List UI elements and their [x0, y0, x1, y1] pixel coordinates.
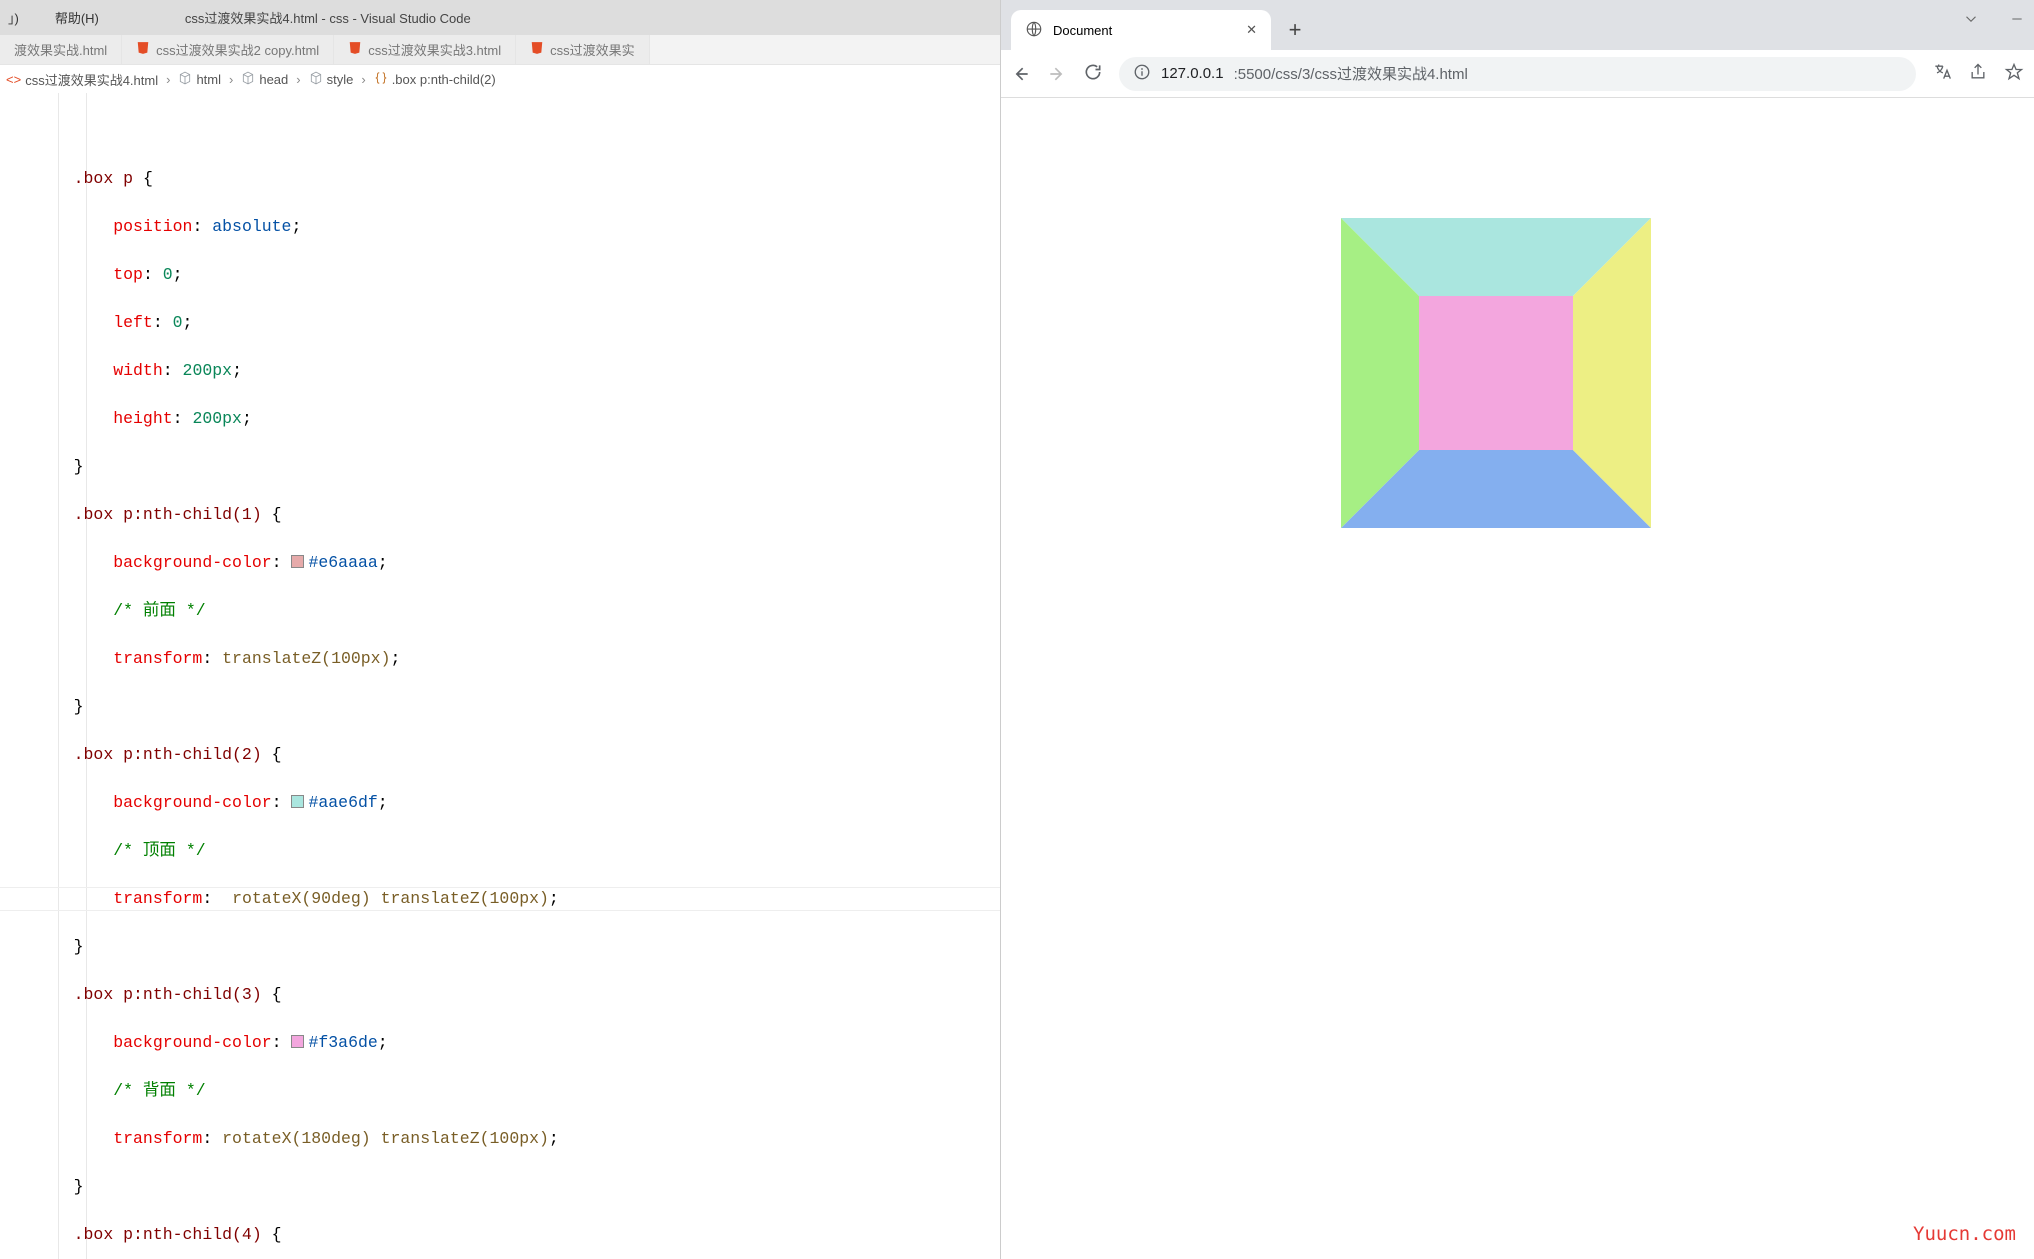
globe-icon	[1025, 20, 1043, 41]
crumb-file[interactable]: <> css过渡效果实战4.html	[6, 70, 158, 89]
cube-icon	[178, 71, 192, 88]
close-icon[interactable]: ✕	[1246, 22, 1257, 38]
html-file-icon	[530, 41, 544, 58]
site-info-icon[interactable]	[1133, 63, 1151, 85]
crumb-label: head	[259, 72, 288, 87]
color-swatch-icon	[291, 1035, 304, 1048]
brace-icon	[374, 71, 388, 88]
html-file-icon	[348, 41, 362, 58]
crumb-head[interactable]: head	[241, 71, 288, 88]
face-left	[1341, 218, 1419, 528]
url-host: 127.0.0.1	[1161, 65, 1224, 82]
tab-file-2[interactable]: css过渡效果实战2 copy.html	[122, 35, 334, 64]
window-dropdown-icon[interactable]	[1962, 10, 1980, 31]
color-swatch-icon	[291, 555, 304, 568]
toolbar-actions	[1932, 62, 2024, 85]
editor-tabs: 渡效果实战.html css过渡效果实战2 copy.html css过渡效果实…	[0, 35, 1000, 65]
menu-help[interactable]: 帮助(H)	[49, 8, 105, 27]
vscode-window: 」) 帮助(H) css过渡效果实战4.html - css - Visual …	[0, 0, 1000, 1259]
cube-3d	[1341, 218, 1651, 528]
menu-partial-right[interactable]: 」)	[8, 8, 19, 27]
tab-file-3[interactable]: css过渡效果实战3.html	[334, 35, 516, 64]
crumb-label: style	[327, 72, 354, 87]
tab-label: css过渡效果实	[550, 40, 635, 59]
chevron-right-icon: ›	[361, 72, 365, 87]
page-content: Yuucn.com	[1001, 98, 2034, 1259]
breadcrumbs[interactable]: <> css过渡效果实战4.html › html › head › style…	[0, 65, 1000, 93]
tab-label: css过渡效果实战2 copy.html	[156, 40, 319, 59]
crumb-style[interactable]: style	[309, 71, 354, 88]
star-icon[interactable]	[2004, 62, 2024, 85]
face-back	[1419, 296, 1573, 450]
translate-icon[interactable]	[1932, 62, 1952, 85]
watermark: Yuucn.com	[1913, 1223, 2016, 1245]
color-swatch-icon	[291, 795, 304, 808]
crumb-label: .box p:nth-child(2)	[392, 72, 496, 87]
cube-icon	[309, 71, 323, 88]
forward-button[interactable]	[1047, 64, 1067, 84]
tab-title: Document	[1053, 23, 1112, 38]
tab-file-1[interactable]: 渡效果实战.html	[0, 35, 122, 64]
chevron-right-icon: ›	[296, 72, 300, 87]
address-bar[interactable]: 127.0.0.1 :5500/css/3/css过渡效果实战4.html	[1119, 57, 1916, 91]
window-minimize-icon[interactable]	[2010, 12, 2024, 29]
vscode-titlebar: 」) 帮助(H) css过渡效果实战4.html - css - Visual …	[0, 0, 1000, 35]
back-button[interactable]	[1011, 64, 1031, 84]
chrome-tabbar: Document ✕ +	[1001, 0, 2034, 50]
crumb-label: css过渡效果实战4.html	[25, 70, 158, 89]
reload-button[interactable]	[1083, 62, 1103, 85]
crumb-label: html	[196, 72, 221, 87]
cube-icon	[241, 71, 255, 88]
tab-label: css过渡效果实战3.html	[368, 40, 501, 59]
tab-label: 渡效果实战.html	[14, 40, 107, 59]
chevron-right-icon: ›	[229, 72, 233, 87]
code-editor[interactable]: .box p { position: absolute; top: 0; lef…	[0, 93, 1000, 1259]
crumb-html[interactable]: html	[178, 71, 221, 88]
window-controls	[1962, 10, 2024, 31]
share-icon[interactable]	[1968, 62, 1988, 85]
tab-file-4[interactable]: css过渡效果实	[516, 35, 650, 64]
chrome-toolbar: 127.0.0.1 :5500/css/3/css过渡效果实战4.html	[1001, 50, 2034, 98]
browser-tab[interactable]: Document ✕	[1011, 10, 1271, 50]
window-title: css过渡效果实战4.html - css - Visual Studio Co…	[135, 8, 992, 27]
url-rest: :5500/css/3/css过渡效果实战4.html	[1234, 63, 1468, 84]
html-file-icon: <>	[6, 72, 21, 87]
chrome-window: Document ✕ + 127.0.0.1 :5500/css/3/css过渡效…	[1000, 0, 2034, 1259]
crumb-selector[interactable]: .box p:nth-child(2)	[374, 71, 496, 88]
chevron-right-icon: ›	[166, 72, 170, 87]
html-file-icon	[136, 41, 150, 58]
face-right	[1573, 218, 1651, 528]
new-tab-button[interactable]: +	[1279, 14, 1311, 46]
